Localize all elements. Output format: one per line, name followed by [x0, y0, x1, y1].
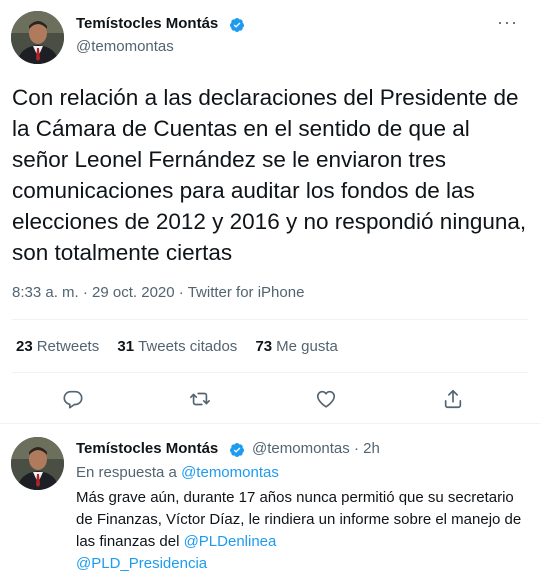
reply-tweet-text: Más grave aún, durante 17 años nunca per…	[76, 487, 532, 575]
reply-text-body: Más grave aún, durante 17 años nunca per…	[76, 489, 522, 550]
retweet-icon	[190, 392, 210, 406]
reply-icon	[63, 390, 83, 409]
divider	[0, 423, 540, 424]
divider	[12, 319, 528, 320]
share-icon	[444, 389, 462, 409]
meta-separator: ·	[353, 440, 359, 457]
like-button[interactable]	[313, 386, 339, 412]
tweet-source[interactable]: Twitter for iPhone	[188, 284, 305, 301]
reply-author-name[interactable]: Temístocles Montás	[76, 440, 218, 457]
quotes-label: Tweets citados	[138, 338, 238, 355]
tweet-text: Con relación a las declaraciones del Pre…	[12, 85, 527, 265]
likes-stat[interactable]: 73 Me gusta	[255, 338, 337, 355]
verified-badge-icon	[229, 18, 244, 32]
tweet-time[interactable]: 8:33 a. m.	[12, 284, 79, 301]
retweets-label: Retweets	[36, 338, 100, 355]
mention-link[interactable]: @PLDenlinea	[184, 533, 277, 550]
likes-label: Me gusta	[276, 338, 338, 355]
retweets-count: 23	[16, 338, 33, 355]
tweet-stats: 23 Retweets 31 Tweets citados 73 Me gusta	[16, 338, 352, 355]
reply-age[interactable]: 2h	[363, 440, 380, 457]
quotes-count: 31	[117, 338, 135, 355]
avatar-portrait-icon	[11, 437, 64, 490]
author-avatar[interactable]	[11, 11, 64, 64]
tweet-date[interactable]: 29 oct. 2020	[92, 284, 175, 301]
avatar-portrait-icon	[11, 11, 64, 64]
author-handle[interactable]: @temomontas	[76, 38, 174, 55]
reply-button[interactable]	[60, 386, 86, 412]
replying-to: En respuesta a @temomontas	[76, 464, 279, 481]
tweet-metadata: 8:33 a. m. · 29 oct. 2020 · Twitter for …	[12, 284, 304, 301]
share-button[interactable]	[440, 386, 466, 412]
replying-prefix: En respuesta a	[76, 464, 177, 481]
mention-link[interactable]: @PLD_Presidencia	[76, 555, 207, 572]
retweet-button[interactable]	[187, 386, 213, 412]
verified-badge-icon	[229, 443, 244, 457]
reply-author-meta: @temomontas · 2h	[252, 440, 380, 457]
quotes-stat[interactable]: 31 Tweets citados	[117, 338, 237, 355]
retweets-stat[interactable]: 23 Retweets	[16, 338, 99, 355]
meta-separator: ·	[178, 284, 184, 301]
divider	[12, 372, 528, 373]
reply-author-handle[interactable]: @temomontas	[252, 440, 350, 457]
like-icon	[316, 390, 336, 408]
meta-separator: ·	[82, 284, 88, 301]
reply-author-avatar[interactable]	[11, 437, 64, 490]
author-name[interactable]: Temístocles Montás	[76, 15, 218, 32]
replying-to-link[interactable]: @temomontas	[181, 464, 279, 481]
likes-count: 73	[255, 338, 273, 355]
more-icon[interactable]: ···	[497, 13, 518, 31]
